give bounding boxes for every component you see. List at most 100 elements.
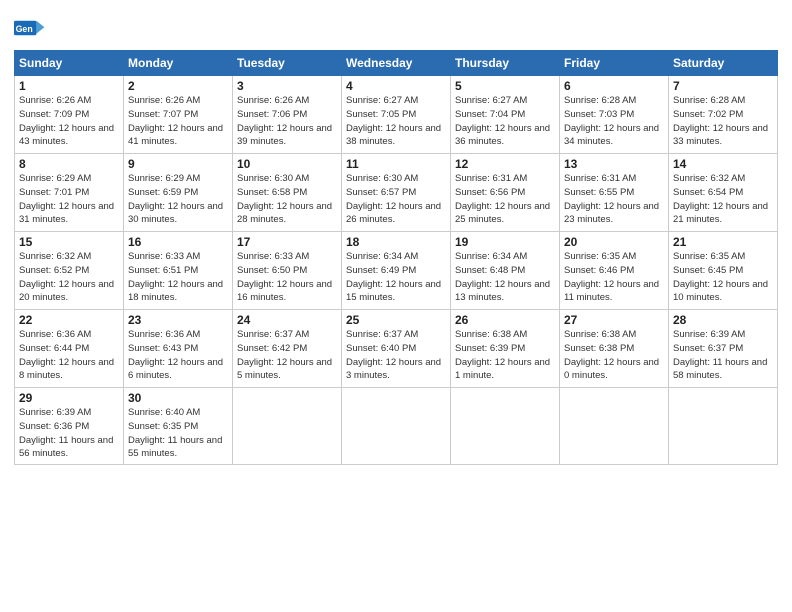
day-number: 15 bbox=[19, 235, 119, 249]
weekday-header-monday: Monday bbox=[124, 51, 233, 76]
day-number: 8 bbox=[19, 157, 119, 171]
day-info: Sunrise: 6:27 AMSunset: 7:05 PMDaylight:… bbox=[346, 95, 441, 147]
day-number: 24 bbox=[237, 313, 337, 327]
day-info: Sunrise: 6:39 AMSunset: 6:37 PMDaylight:… bbox=[673, 329, 767, 381]
calendar-cell: 24 Sunrise: 6:37 AMSunset: 6:42 PMDaylig… bbox=[233, 310, 342, 388]
calendar-cell: 17 Sunrise: 6:33 AMSunset: 6:50 PMDaylig… bbox=[233, 232, 342, 310]
day-number: 23 bbox=[128, 313, 228, 327]
day-number: 18 bbox=[346, 235, 446, 249]
day-number: 5 bbox=[455, 79, 555, 93]
day-info: Sunrise: 6:28 AMSunset: 7:03 PMDaylight:… bbox=[564, 95, 659, 147]
calendar-cell bbox=[342, 388, 451, 465]
day-number: 19 bbox=[455, 235, 555, 249]
day-number: 11 bbox=[346, 157, 446, 171]
day-number: 22 bbox=[19, 313, 119, 327]
day-number: 17 bbox=[237, 235, 337, 249]
calendar-cell: 21 Sunrise: 6:35 AMSunset: 6:45 PMDaylig… bbox=[669, 232, 778, 310]
week-row-1: 1 Sunrise: 6:26 AMSunset: 7:09 PMDayligh… bbox=[15, 76, 778, 154]
day-info: Sunrise: 6:37 AMSunset: 6:42 PMDaylight:… bbox=[237, 329, 332, 381]
svg-text:Gen: Gen bbox=[16, 24, 33, 34]
calendar-cell: 14 Sunrise: 6:32 AMSunset: 6:54 PMDaylig… bbox=[669, 154, 778, 232]
calendar-cell: 19 Sunrise: 6:34 AMSunset: 6:48 PMDaylig… bbox=[451, 232, 560, 310]
calendar: SundayMondayTuesdayWednesdayThursdayFrid… bbox=[14, 50, 778, 465]
day-number: 13 bbox=[564, 157, 664, 171]
day-info: Sunrise: 6:26 AMSunset: 7:07 PMDaylight:… bbox=[128, 95, 223, 147]
calendar-cell: 22 Sunrise: 6:36 AMSunset: 6:44 PMDaylig… bbox=[15, 310, 124, 388]
calendar-cell bbox=[560, 388, 669, 465]
week-row-2: 8 Sunrise: 6:29 AMSunset: 7:01 PMDayligh… bbox=[15, 154, 778, 232]
day-info: Sunrise: 6:29 AMSunset: 7:01 PMDaylight:… bbox=[19, 173, 114, 225]
calendar-cell: 27 Sunrise: 6:38 AMSunset: 6:38 PMDaylig… bbox=[560, 310, 669, 388]
day-number: 20 bbox=[564, 235, 664, 249]
weekday-header-row: SundayMondayTuesdayWednesdayThursdayFrid… bbox=[15, 51, 778, 76]
day-info: Sunrise: 6:26 AMSunset: 7:06 PMDaylight:… bbox=[237, 95, 332, 147]
calendar-cell: 1 Sunrise: 6:26 AMSunset: 7:09 PMDayligh… bbox=[15, 76, 124, 154]
day-number: 9 bbox=[128, 157, 228, 171]
week-row-3: 15 Sunrise: 6:32 AMSunset: 6:52 PMDaylig… bbox=[15, 232, 778, 310]
day-number: 26 bbox=[455, 313, 555, 327]
calendar-cell bbox=[233, 388, 342, 465]
logo: Gen bbox=[14, 14, 50, 42]
calendar-cell: 9 Sunrise: 6:29 AMSunset: 6:59 PMDayligh… bbox=[124, 154, 233, 232]
calendar-cell: 29 Sunrise: 6:39 AMSunset: 6:36 PMDaylig… bbox=[15, 388, 124, 465]
calendar-cell: 23 Sunrise: 6:36 AMSunset: 6:43 PMDaylig… bbox=[124, 310, 233, 388]
page-container: Gen SundayMondayTuesdayWednesdayThursday… bbox=[0, 0, 792, 475]
weekday-header-saturday: Saturday bbox=[669, 51, 778, 76]
weekday-header-sunday: Sunday bbox=[15, 51, 124, 76]
day-info: Sunrise: 6:27 AMSunset: 7:04 PMDaylight:… bbox=[455, 95, 550, 147]
day-info: Sunrise: 6:28 AMSunset: 7:02 PMDaylight:… bbox=[673, 95, 768, 147]
day-info: Sunrise: 6:33 AMSunset: 6:51 PMDaylight:… bbox=[128, 251, 223, 303]
day-info: Sunrise: 6:39 AMSunset: 6:36 PMDaylight:… bbox=[19, 407, 113, 459]
day-info: Sunrise: 6:36 AMSunset: 6:43 PMDaylight:… bbox=[128, 329, 223, 381]
weekday-header-thursday: Thursday bbox=[451, 51, 560, 76]
day-number: 16 bbox=[128, 235, 228, 249]
calendar-cell: 11 Sunrise: 6:30 AMSunset: 6:57 PMDaylig… bbox=[342, 154, 451, 232]
calendar-cell bbox=[669, 388, 778, 465]
day-number: 14 bbox=[673, 157, 773, 171]
calendar-cell: 20 Sunrise: 6:35 AMSunset: 6:46 PMDaylig… bbox=[560, 232, 669, 310]
calendar-cell: 4 Sunrise: 6:27 AMSunset: 7:05 PMDayligh… bbox=[342, 76, 451, 154]
day-number: 27 bbox=[564, 313, 664, 327]
day-info: Sunrise: 6:32 AMSunset: 6:52 PMDaylight:… bbox=[19, 251, 114, 303]
day-number: 3 bbox=[237, 79, 337, 93]
day-info: Sunrise: 6:32 AMSunset: 6:54 PMDaylight:… bbox=[673, 173, 768, 225]
day-number: 4 bbox=[346, 79, 446, 93]
weekday-header-wednesday: Wednesday bbox=[342, 51, 451, 76]
day-number: 1 bbox=[19, 79, 119, 93]
day-info: Sunrise: 6:26 AMSunset: 7:09 PMDaylight:… bbox=[19, 95, 114, 147]
day-number: 21 bbox=[673, 235, 773, 249]
calendar-cell: 28 Sunrise: 6:39 AMSunset: 6:37 PMDaylig… bbox=[669, 310, 778, 388]
calendar-cell bbox=[451, 388, 560, 465]
day-number: 12 bbox=[455, 157, 555, 171]
day-number: 10 bbox=[237, 157, 337, 171]
calendar-cell: 15 Sunrise: 6:32 AMSunset: 6:52 PMDaylig… bbox=[15, 232, 124, 310]
day-info: Sunrise: 6:37 AMSunset: 6:40 PMDaylight:… bbox=[346, 329, 441, 381]
day-info: Sunrise: 6:29 AMSunset: 6:59 PMDaylight:… bbox=[128, 173, 223, 225]
weekday-header-tuesday: Tuesday bbox=[233, 51, 342, 76]
day-info: Sunrise: 6:35 AMSunset: 6:46 PMDaylight:… bbox=[564, 251, 659, 303]
calendar-cell: 6 Sunrise: 6:28 AMSunset: 7:03 PMDayligh… bbox=[560, 76, 669, 154]
calendar-cell: 26 Sunrise: 6:38 AMSunset: 6:39 PMDaylig… bbox=[451, 310, 560, 388]
day-info: Sunrise: 6:36 AMSunset: 6:44 PMDaylight:… bbox=[19, 329, 114, 381]
logo-icon: Gen bbox=[14, 14, 46, 42]
day-info: Sunrise: 6:34 AMSunset: 6:49 PMDaylight:… bbox=[346, 251, 441, 303]
calendar-cell: 18 Sunrise: 6:34 AMSunset: 6:49 PMDaylig… bbox=[342, 232, 451, 310]
calendar-cell: 7 Sunrise: 6:28 AMSunset: 7:02 PMDayligh… bbox=[669, 76, 778, 154]
calendar-cell: 3 Sunrise: 6:26 AMSunset: 7:06 PMDayligh… bbox=[233, 76, 342, 154]
header: Gen bbox=[14, 10, 778, 42]
calendar-cell: 2 Sunrise: 6:26 AMSunset: 7:07 PMDayligh… bbox=[124, 76, 233, 154]
calendar-cell: 10 Sunrise: 6:30 AMSunset: 6:58 PMDaylig… bbox=[233, 154, 342, 232]
day-info: Sunrise: 6:30 AMSunset: 6:57 PMDaylight:… bbox=[346, 173, 441, 225]
calendar-cell: 13 Sunrise: 6:31 AMSunset: 6:55 PMDaylig… bbox=[560, 154, 669, 232]
calendar-cell: 30 Sunrise: 6:40 AMSunset: 6:35 PMDaylig… bbox=[124, 388, 233, 465]
day-number: 30 bbox=[128, 391, 228, 405]
day-number: 7 bbox=[673, 79, 773, 93]
day-number: 28 bbox=[673, 313, 773, 327]
calendar-cell: 12 Sunrise: 6:31 AMSunset: 6:56 PMDaylig… bbox=[451, 154, 560, 232]
day-info: Sunrise: 6:31 AMSunset: 6:55 PMDaylight:… bbox=[564, 173, 659, 225]
week-row-5: 29 Sunrise: 6:39 AMSunset: 6:36 PMDaylig… bbox=[15, 388, 778, 465]
day-info: Sunrise: 6:34 AMSunset: 6:48 PMDaylight:… bbox=[455, 251, 550, 303]
day-info: Sunrise: 6:35 AMSunset: 6:45 PMDaylight:… bbox=[673, 251, 768, 303]
day-info: Sunrise: 6:40 AMSunset: 6:35 PMDaylight:… bbox=[128, 407, 222, 459]
day-info: Sunrise: 6:31 AMSunset: 6:56 PMDaylight:… bbox=[455, 173, 550, 225]
